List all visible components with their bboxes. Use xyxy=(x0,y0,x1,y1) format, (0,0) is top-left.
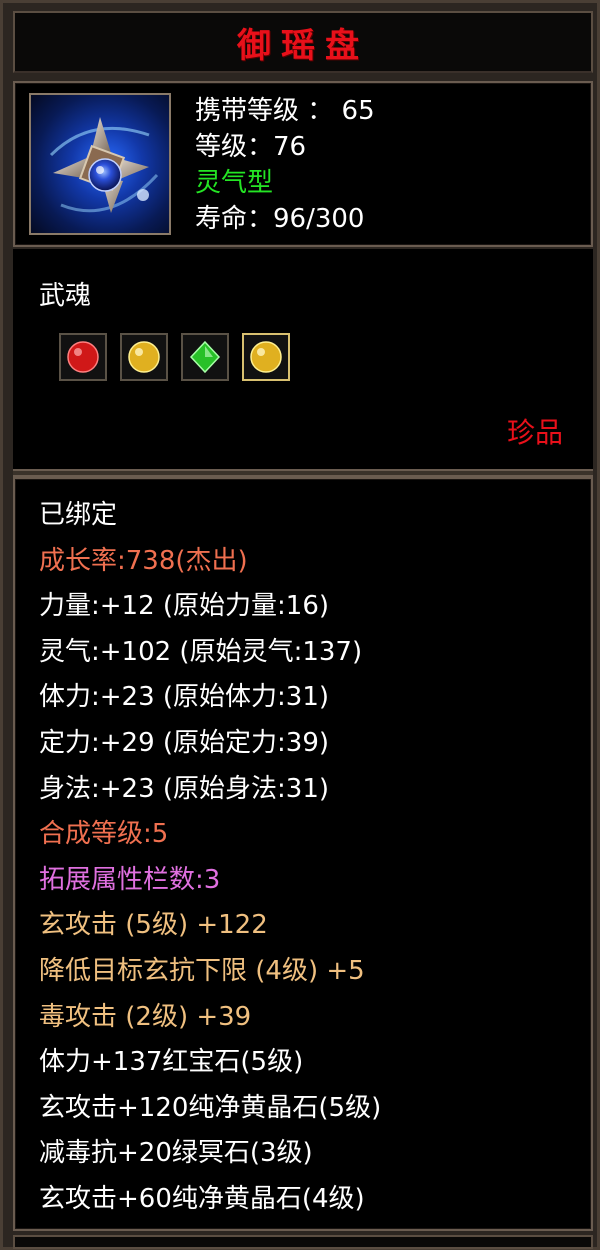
yellow-gem-icon[interactable] xyxy=(242,333,290,381)
extended-slots: 拓展属性栏数:3 xyxy=(39,864,221,895)
gem-slots xyxy=(59,333,290,381)
item-header-panel: 携带等级 ： 65 等级：76 灵气型 寿命：96/300 xyxy=(13,81,593,247)
soul-label: 武魂 xyxy=(39,281,92,311)
carry-level: 携带等级 ： 65 xyxy=(195,96,375,126)
gem-bonus: 体力+137红宝石(5级) xyxy=(39,1047,304,1078)
rarity-label: 珍品 xyxy=(506,416,563,449)
stat-list: 已绑定 成长率:738(杰出) 力量:+12 (原始力量:16) 灵气:+102… xyxy=(39,493,381,1223)
gem-bonus: 玄攻击+60纯净黄晶石(4级) xyxy=(39,1183,365,1214)
soul-panel: 武魂 珍品 xyxy=(13,249,593,471)
synthesis-level: 合成等级:5 xyxy=(39,819,169,850)
extended-attribute: 玄攻击 (5级) +122 xyxy=(39,910,268,941)
spinning-wheel-weapon-icon xyxy=(29,93,171,235)
item-type: 灵气型 xyxy=(195,168,274,198)
stats-panel: 已绑定 成长率:738(杰出) 力量:+12 (原始力量:16) 灵气:+102… xyxy=(13,477,593,1231)
item-info: 携带等级 ： 65 等级：76 灵气型 寿命：96/300 xyxy=(195,93,375,237)
bottom-bar xyxy=(13,1235,593,1249)
item-lifespan: 寿命：96/300 xyxy=(195,204,365,234)
red-gem-icon[interactable] xyxy=(59,333,107,381)
bind-status: 已绑定 xyxy=(39,500,118,530)
extended-attribute: 毒攻击 (2级) +39 xyxy=(39,1001,252,1032)
gem-bonus: 减毒抗+20绿冥石(3级) xyxy=(39,1138,313,1169)
extended-attribute: 降低目标玄抗下限 (4级) +5 xyxy=(39,955,365,986)
stat-strength: 力量:+12 (原始力量:16) xyxy=(39,591,330,622)
item-tooltip-window: 御瑶盘 携带等级 ： 65 等级：76 灵气型 寿命：96/300 武魂 珍品 … xyxy=(0,0,600,1250)
stat-stamina: 体力:+23 (原始体力:31) xyxy=(39,682,330,713)
item-title: 御瑶盘 xyxy=(237,25,369,66)
stat-focus: 定力:+29 (原始定力:39) xyxy=(39,727,330,758)
stat-agility: 身法:+23 (原始身法:31) xyxy=(39,773,330,804)
stat-spirit: 灵气:+102 (原始灵气:137) xyxy=(39,636,363,667)
section-divider xyxy=(13,469,593,477)
title-bar: 御瑶盘 xyxy=(13,11,593,73)
growth-rate: 成长率:738(杰出) xyxy=(39,545,248,576)
item-level: 等级：76 xyxy=(195,132,307,162)
green-gem-icon[interactable] xyxy=(181,333,229,381)
yellow-gem-icon[interactable] xyxy=(120,333,168,381)
gem-bonus: 玄攻击+120纯净黄晶石(5级) xyxy=(39,1092,382,1123)
